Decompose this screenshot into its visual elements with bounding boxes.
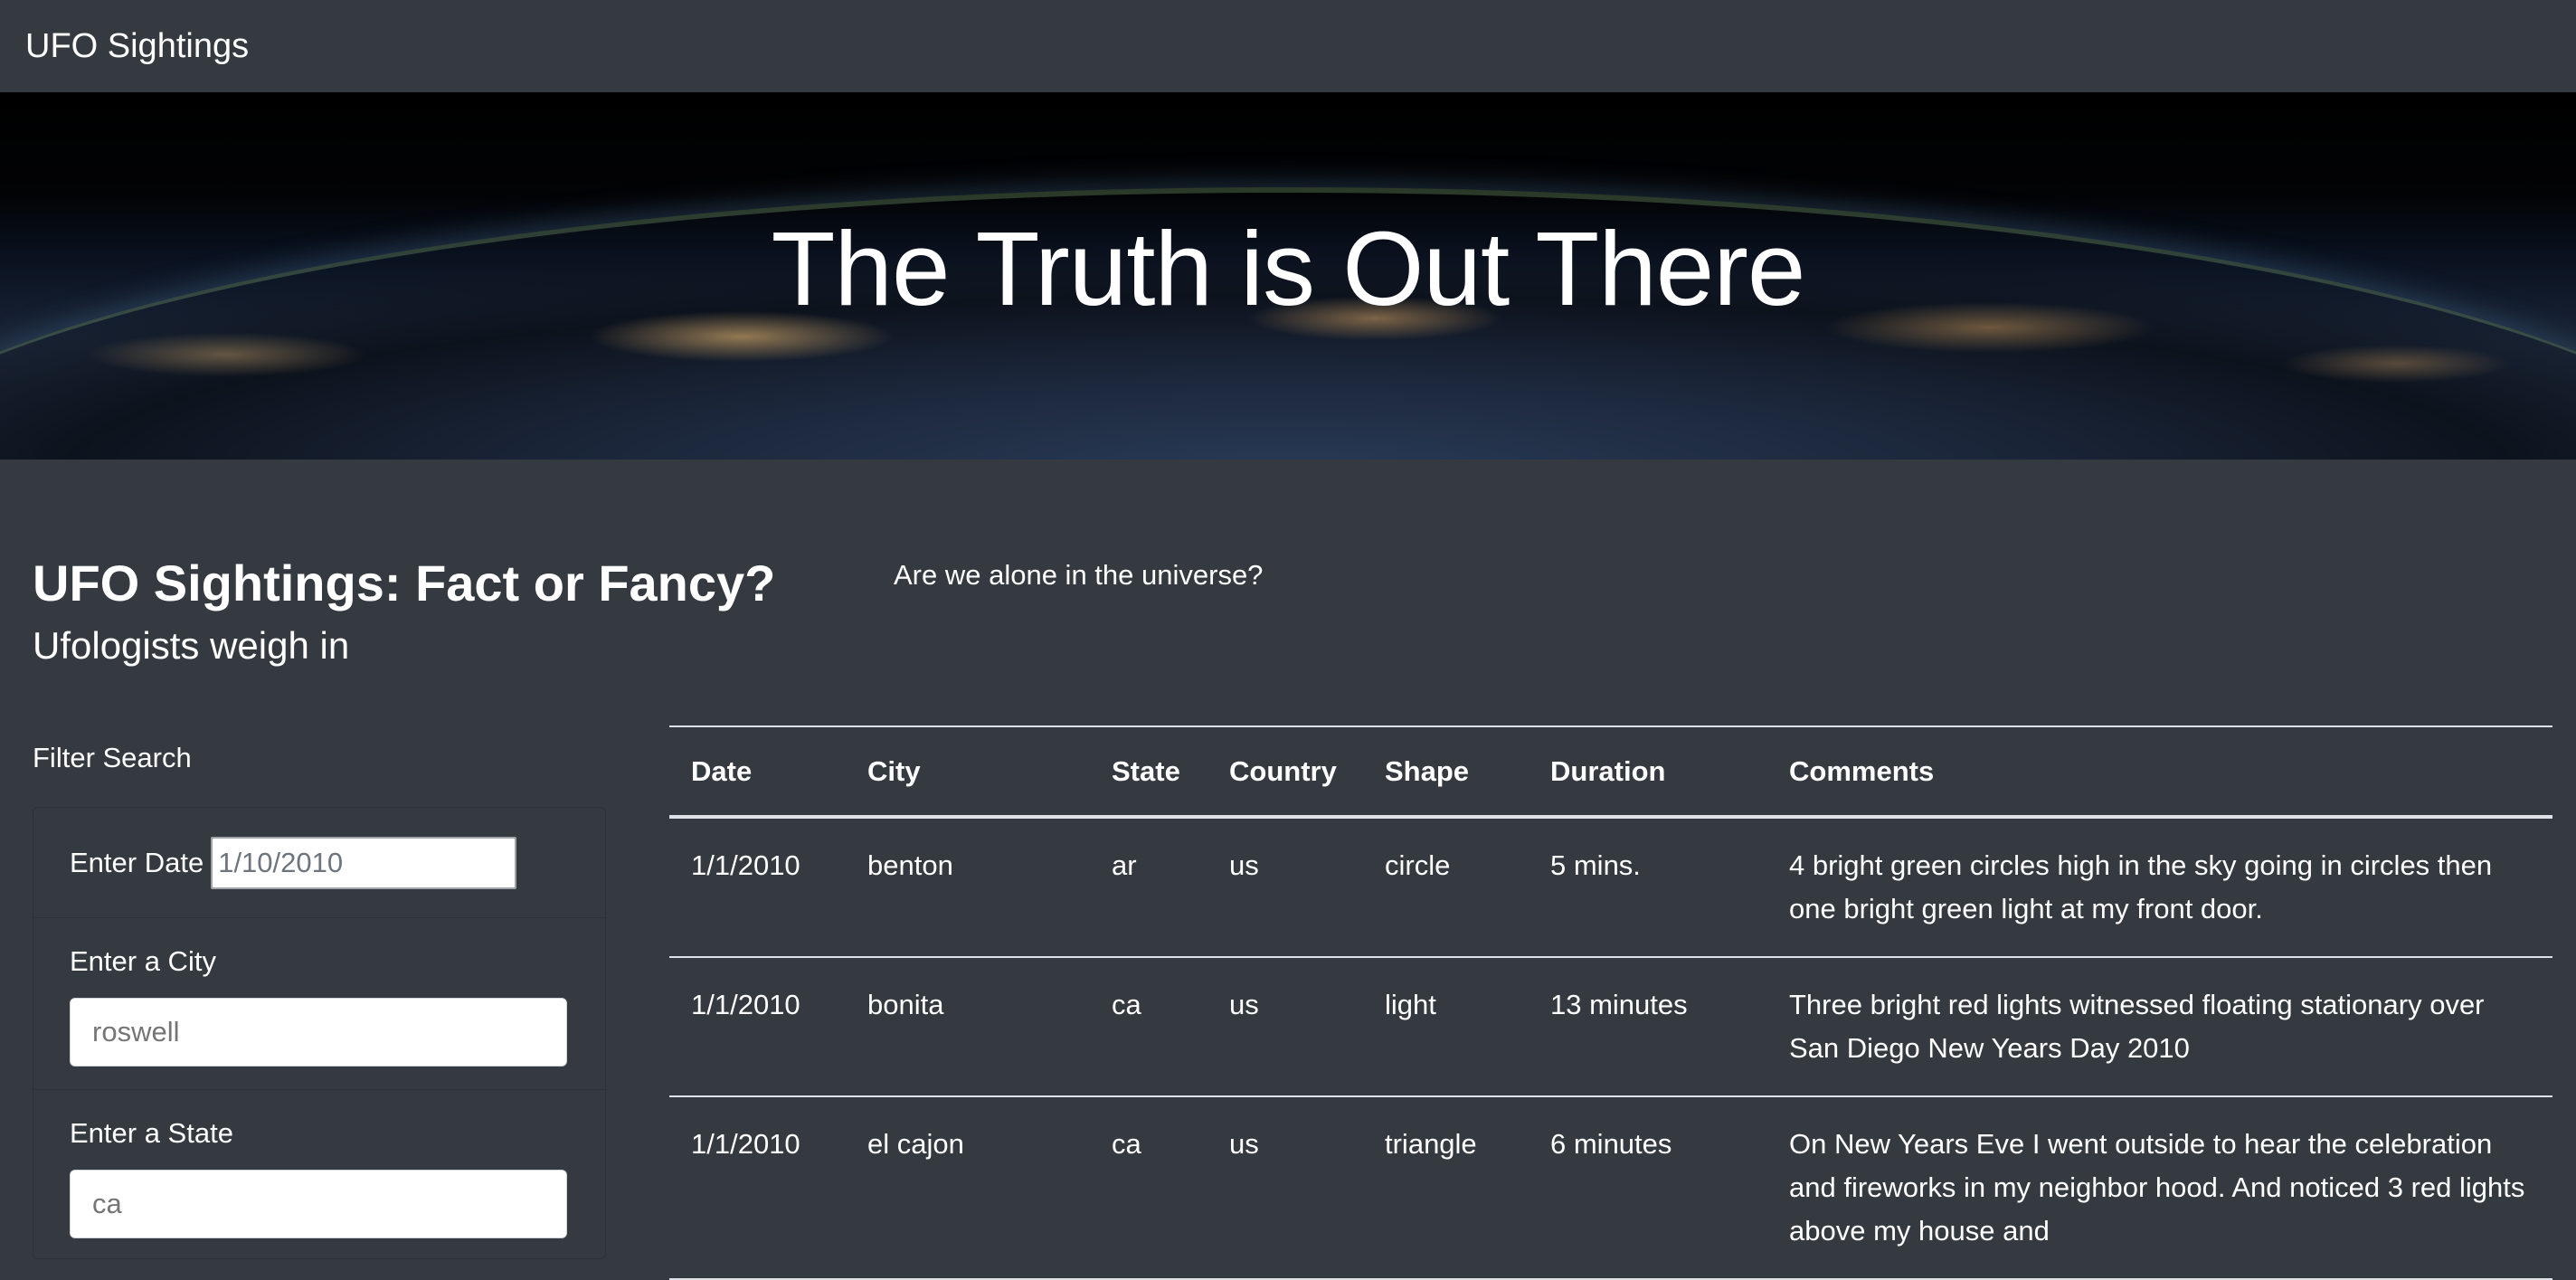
cell-comments: Three bright red lights witnessed floati…	[1767, 957, 2552, 1097]
table-row: 1/1/2010 benton ar us circle 5 mins. 4 b…	[669, 817, 2552, 958]
state-filter-label: Enter a State	[70, 1117, 233, 1149]
column-header-duration: Duration	[1529, 725, 1767, 819]
city-filter-label: Enter a City	[70, 945, 216, 977]
cell-date: 1/1/2010	[669, 817, 846, 958]
column-header-state: State	[1090, 725, 1208, 819]
cell-duration: 13 minutes	[1529, 957, 1767, 1097]
column-header-date: Date	[669, 725, 846, 819]
sightings-table-container: Date City State Country Shape Duration C…	[669, 725, 2552, 1280]
cell-date: 1/1/2010	[669, 957, 846, 1097]
cell-shape: circle	[1363, 817, 1529, 958]
navbar-brand-link[interactable]: UFO Sightings	[25, 27, 249, 66]
cell-state: ar	[1090, 817, 1208, 958]
cell-country: us	[1208, 957, 1363, 1097]
column-header-city: City	[846, 725, 1090, 819]
cell-city: benton	[846, 817, 1090, 958]
tagline: Are we alone in the universe?	[894, 559, 1264, 591]
cell-state: ca	[1090, 957, 1208, 1097]
cell-shape: light	[1363, 957, 1529, 1097]
state-filter-input[interactable]	[70, 1170, 567, 1238]
hero-title: The Truth is Out There	[771, 210, 1806, 327]
cell-country: us	[1208, 817, 1363, 958]
cell-city: bonita	[846, 957, 1090, 1097]
sightings-table: Date City State Country Shape Duration C…	[669, 725, 2552, 1280]
hero-banner: The Truth is Out There	[0, 92, 2576, 460]
page-subheading: Ufologists weigh in	[33, 624, 350, 667]
page-heading: UFO Sightings: Fact or Fancy?	[33, 555, 776, 612]
navbar: UFO Sightings	[0, 0, 2576, 92]
cell-duration: 5 mins.	[1529, 817, 1767, 958]
city-filter-input[interactable]	[70, 998, 567, 1067]
table-header-row: Date City State Country Shape Duration C…	[669, 725, 2552, 819]
table-row: 1/1/2010 bonita ca us light 13 minutes T…	[669, 957, 2552, 1097]
column-header-shape: Shape	[1363, 725, 1529, 819]
column-header-country: Country	[1208, 725, 1363, 819]
column-header-comments: Comments	[1767, 725, 2552, 819]
date-filter-label: Enter Date	[70, 846, 204, 878]
filter-item-date: Enter Date	[33, 808, 605, 918]
filter-search-title: Filter Search	[33, 742, 192, 773]
filter-item-city: Enter a City	[33, 918, 605, 1090]
cell-comments: 4 bright green circles high in the sky g…	[1767, 817, 2552, 958]
filter-item-state: Enter a State	[33, 1090, 605, 1258]
filter-list: Enter Date Enter a City Enter a State	[33, 807, 606, 1259]
date-filter-input[interactable]	[211, 836, 517, 889]
